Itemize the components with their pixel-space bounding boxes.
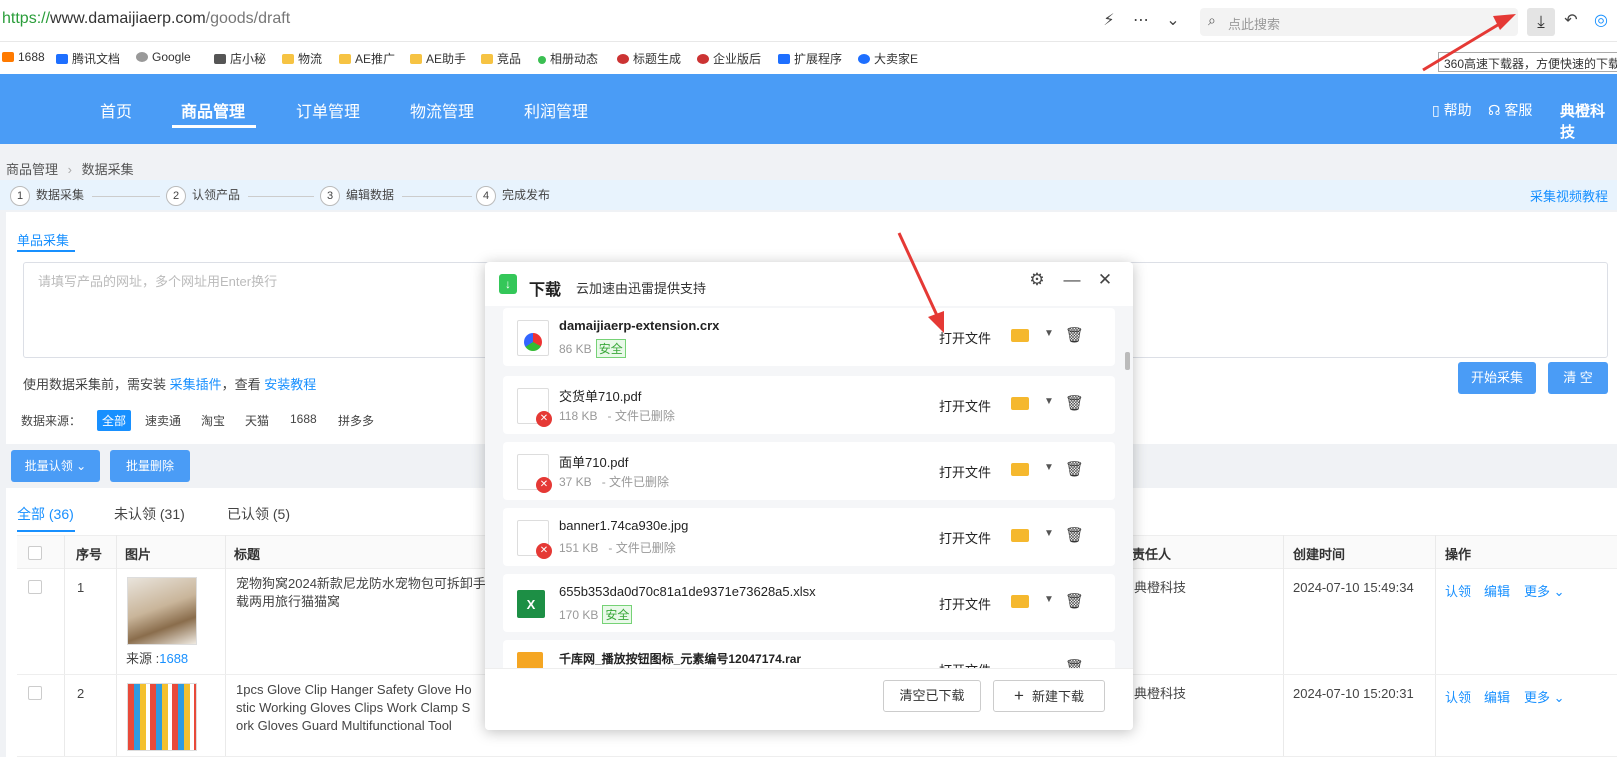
annotation-arrows — [897, 14, 1516, 333]
red-arrow-to-open-file — [897, 232, 944, 333]
red-arrow-to-download-icon — [1422, 14, 1516, 72]
